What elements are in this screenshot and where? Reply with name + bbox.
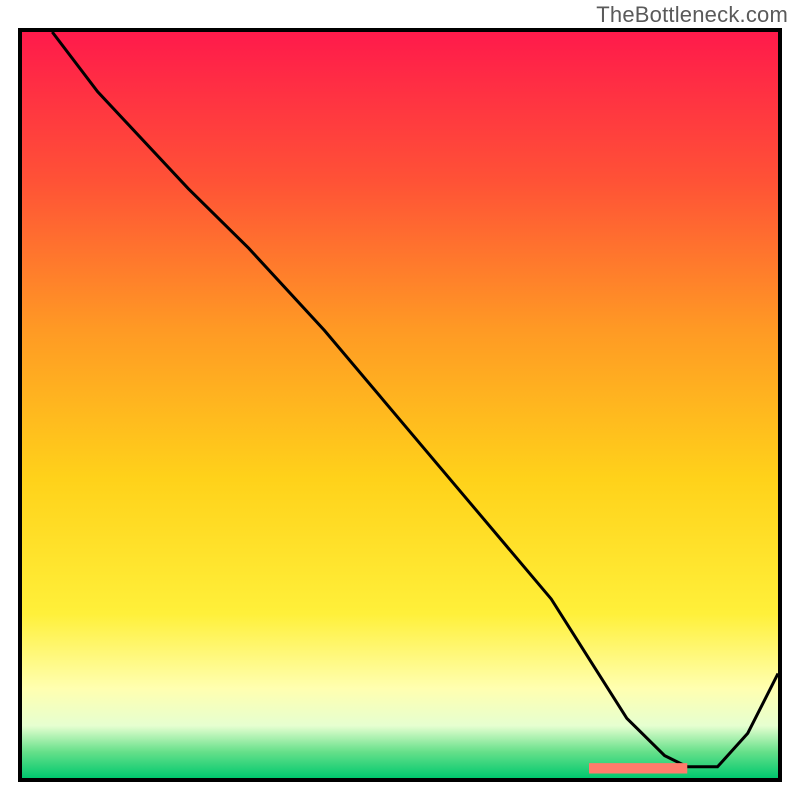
chart-svg	[22, 32, 778, 778]
chart-background	[22, 32, 778, 778]
watermark-text: TheBottleneck.com	[596, 2, 788, 28]
page-root: TheBottleneck.com	[0, 0, 800, 800]
chart-frame	[18, 28, 782, 782]
